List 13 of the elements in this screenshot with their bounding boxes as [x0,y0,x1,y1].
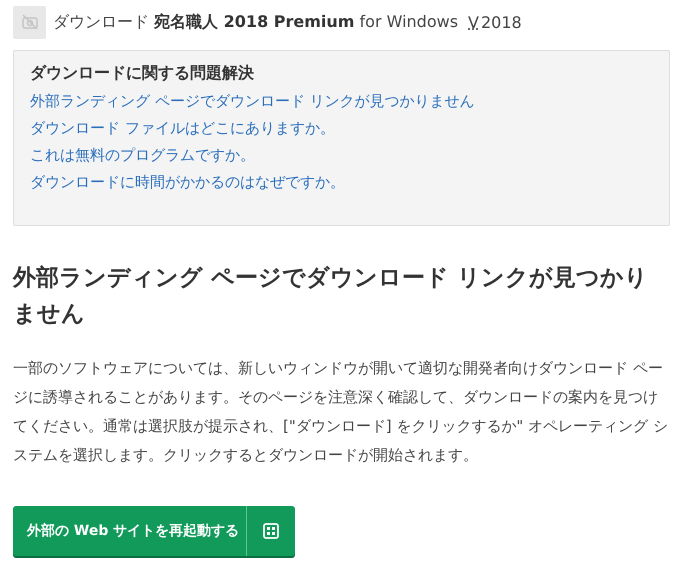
restart-button[interactable]: 外部の Web サイトを再起動する [13,506,295,556]
section-heading: 外部ランディング ページでダウンロード リンクが見つかりません [13,264,650,329]
help-link[interactable]: 外部ランディング ページでダウンロード リンクが見つかりません [30,92,475,111]
version-text: 2018 [481,12,522,32]
help-title: ダウンロードに関する問題解決 [30,63,255,84]
body-text: 一部のソフトウェアについては、新しいウィンドウが開いて適切な開発者向けダウンロード ページに誘導されることがあります。そのページを注意深く確認して、ダウンロードの案内を見つけてください。通常は選択肢が提示され、["ダウンロード] をクリックするか" オペレーティング システムを選択します。クリックするとダウンロードが開始されます。 [13,358,669,466]
version-abbr: V [468,12,479,32]
help-link[interactable]: ダウンロード ファイルはどこにありますか。 [30,119,335,138]
page-title: ダウンロード 宛名職人 2018 Premium for Windows [53,12,458,32]
app-icon [13,6,46,38]
grid-icon [263,523,279,539]
help-link[interactable]: ダウンロードに時間がかかるのはなぜですか。 [30,173,345,192]
help-link[interactable]: これは無料のプログラムですか。 [30,146,255,165]
